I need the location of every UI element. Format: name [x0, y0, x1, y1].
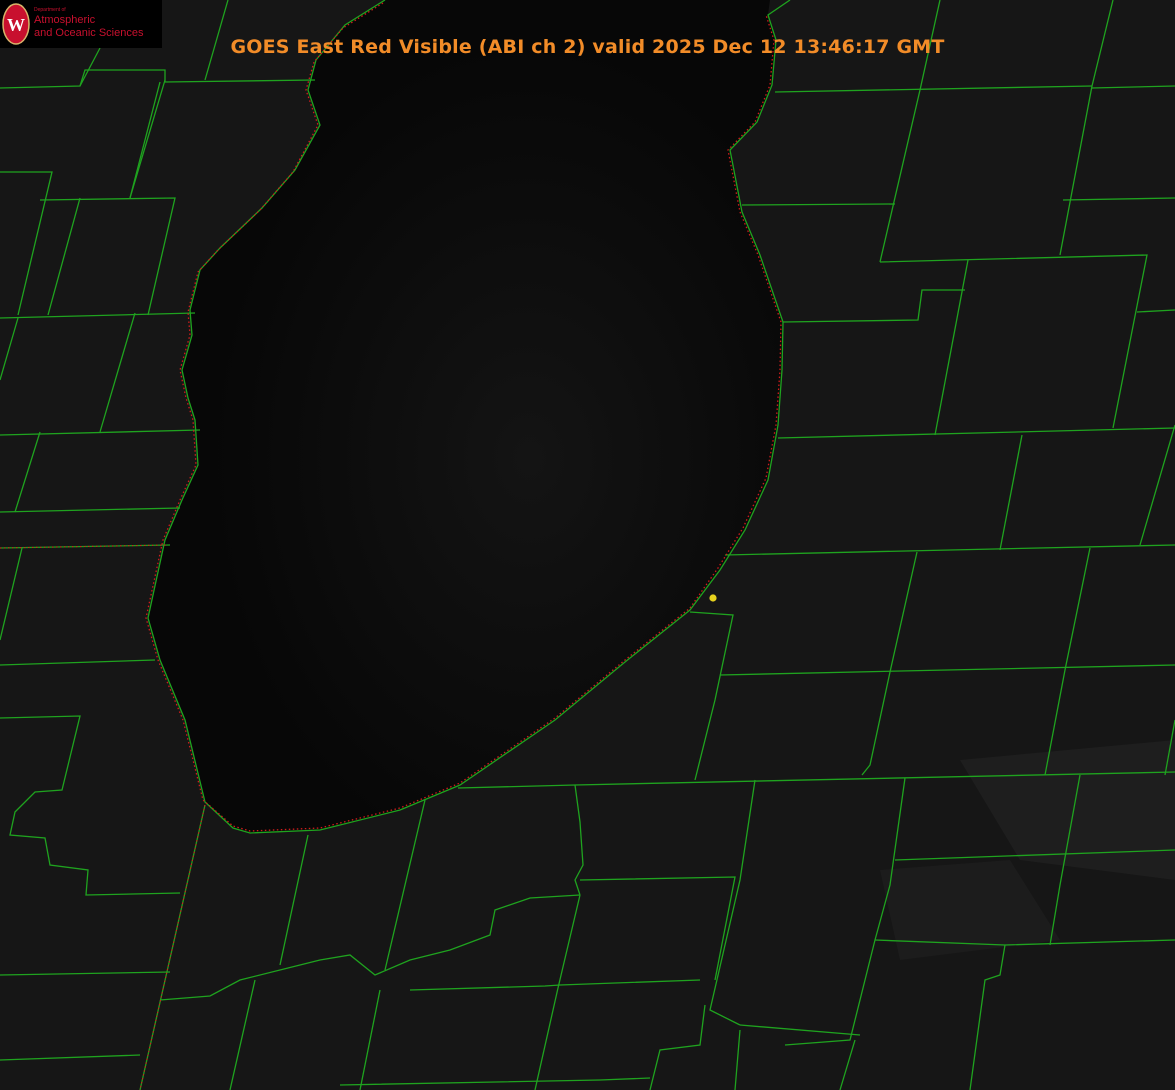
- satellite-map: [0, 0, 1175, 1090]
- logo-department-text: Department of: [34, 7, 66, 13]
- logo-line-1: Atmospheric: [34, 14, 96, 26]
- station-marker: [709, 594, 717, 602]
- map-title: GOES East Red Visible (ABI ch 2) valid 2…: [230, 36, 945, 58]
- seal-letter: W: [7, 15, 25, 35]
